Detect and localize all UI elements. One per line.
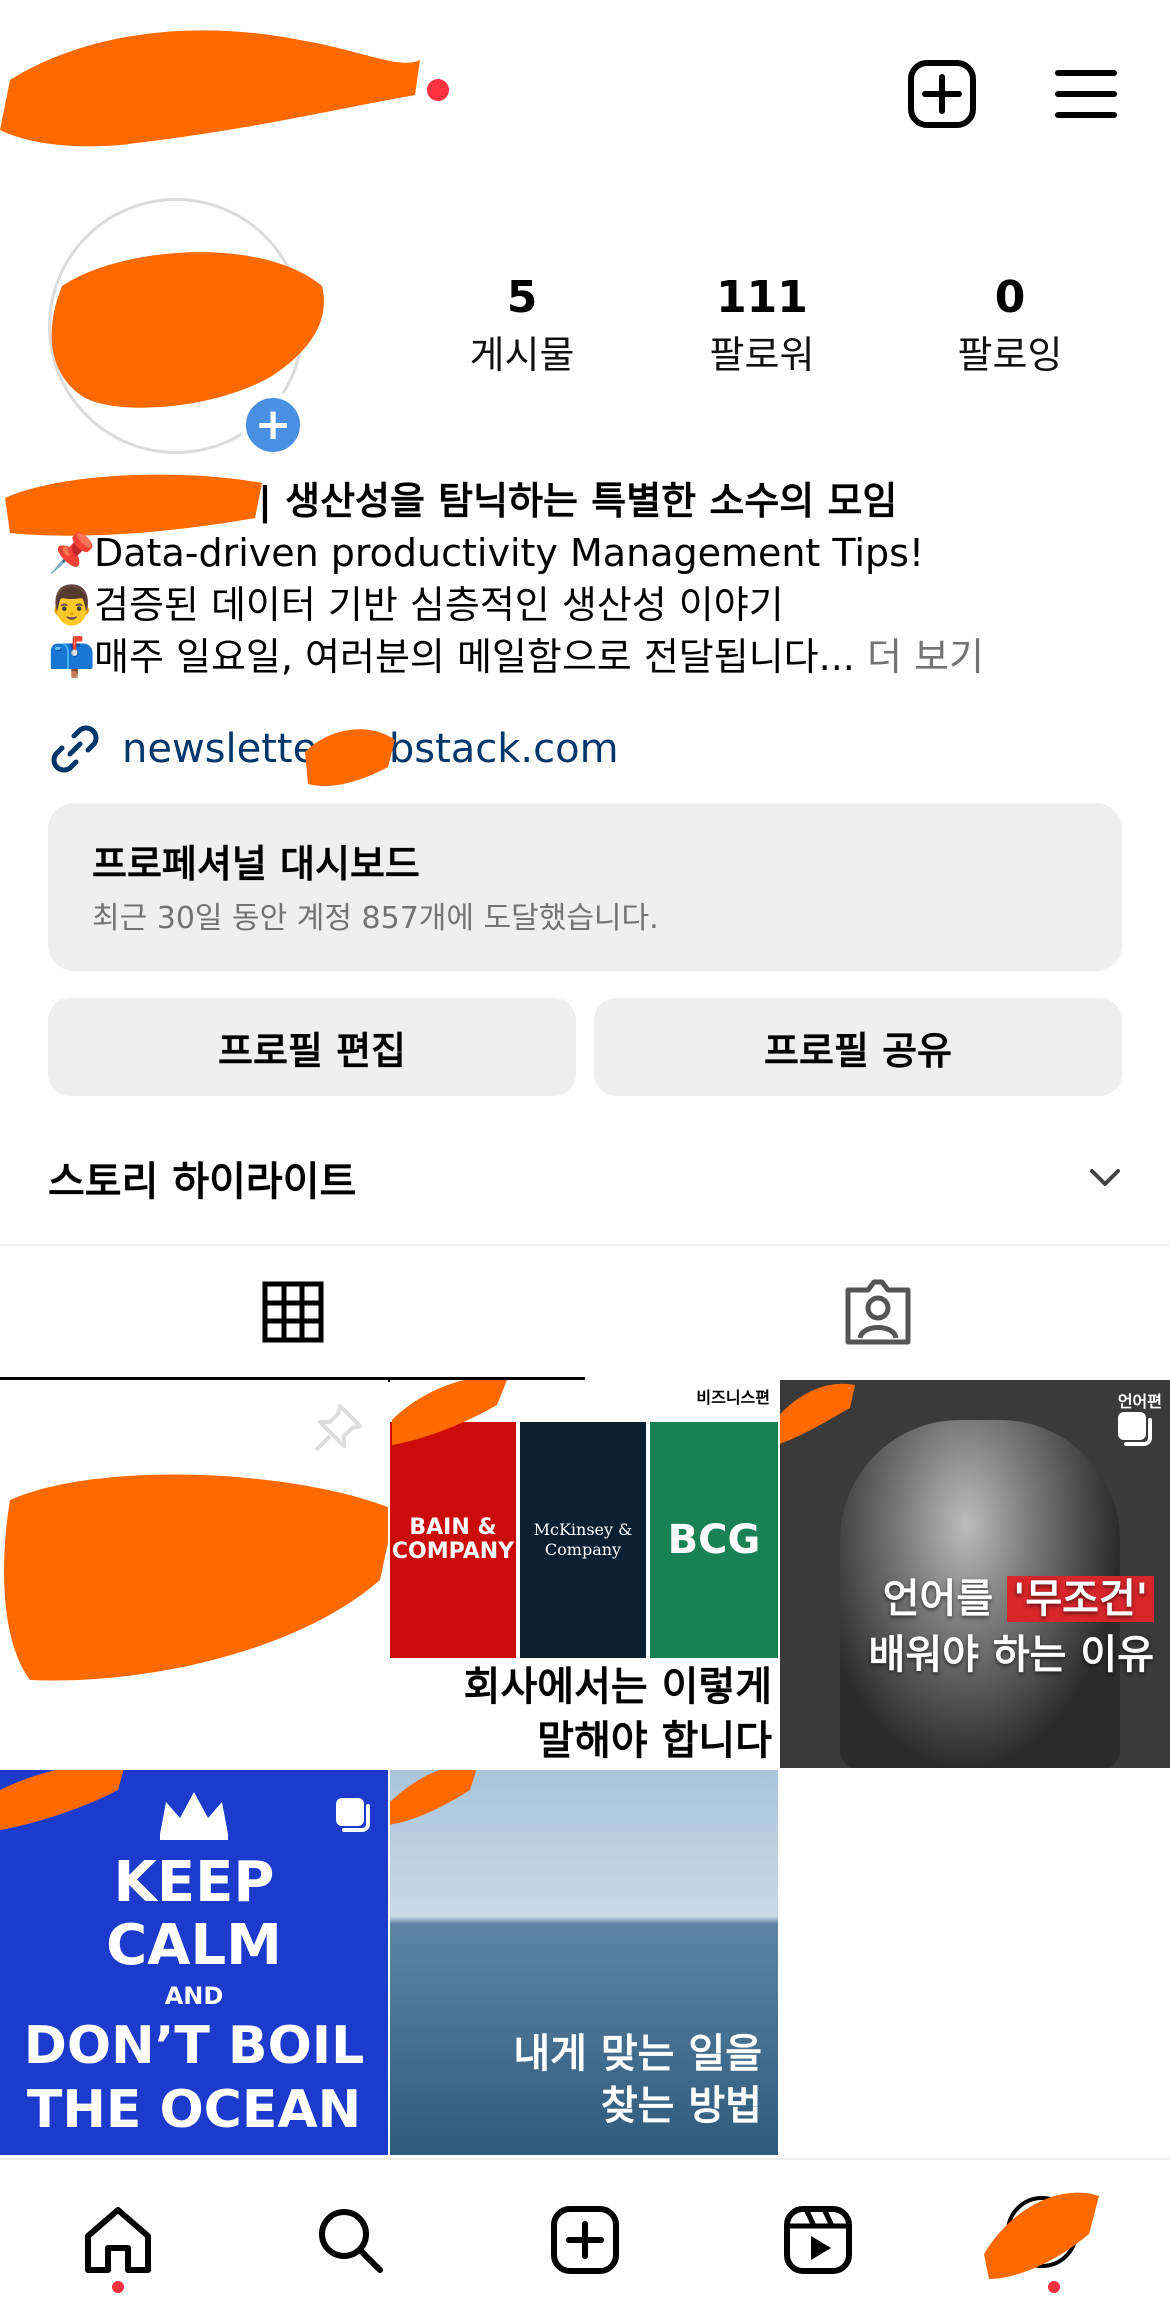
dashboard-subtitle: 최근 30일 동안 계정 857개에 도달했습니다.: [92, 901, 659, 936]
chevron-down-icon[interactable]: [1088, 1167, 1122, 1189]
bcg-logo: BCG: [650, 1422, 778, 1658]
tagged-person-icon: [845, 1279, 910, 1345]
redacted-mark: [390, 1770, 477, 1825]
home-icon: [85, 2207, 151, 2273]
bio-line-1: | 생산성을 탐닉하는 특별한 소수의 모임: [258, 479, 898, 523]
mckinsey-logo-text: McKinsey & Company: [533, 1520, 633, 1559]
post5-caption-line1: 내게 맞는 일을: [513, 2031, 762, 2077]
post2-caption-line2: 말해야 합니다: [537, 1718, 772, 1764]
redacted-post: [4, 1474, 388, 1681]
add-story-button[interactable]: +: [240, 392, 306, 458]
keep-calm-line4: DON’T BOIL: [23, 2016, 365, 2076]
nav-create[interactable]: [535, 2190, 635, 2290]
home-notification-dot: [112, 2281, 124, 2293]
following-label: 팔로잉: [957, 333, 1063, 377]
new-post-button[interactable]: [902, 54, 982, 134]
followers-count[interactable]: 111 팔로워: [662, 268, 862, 382]
keep-calm-line3: AND: [164, 1982, 224, 2010]
post-tile-2[interactable]: 비즈니스편 BAIN & COMPANY McKinsey & Company …: [390, 1380, 778, 1768]
reels-icon: [784, 2206, 852, 2274]
redacted-mark: [392, 1380, 507, 1445]
bcg-logo-text: BCG: [667, 1517, 761, 1563]
followers-label: 팔로워: [709, 333, 815, 377]
bio-line-4: 📫매주 일요일, 여러분의 메일함으로 전달됩니다... 더 보기: [48, 631, 1128, 683]
notification-dot: [427, 79, 449, 101]
bio: | 생산성을 탐닉하는 특별한 소수의 모임 📌Data-driven prod…: [48, 475, 1128, 683]
post3-caption-highlight: '무조건': [1007, 1576, 1154, 1622]
keep-calm-line2: CALM: [106, 1913, 282, 1978]
nav-search[interactable]: [300, 2190, 400, 2290]
redacted-avatar: [51, 252, 324, 408]
nav-home[interactable]: [68, 2190, 168, 2290]
bain-logo-text: BAIN & COMPANY: [391, 1515, 515, 1564]
posts-label: 게시물: [469, 333, 575, 377]
redacted-username: [0, 30, 420, 147]
post-tile-3[interactable]: 언어편 언어를 '무조건' 배워야 하는 이유: [780, 1380, 1170, 1768]
profile-notification-dot: [1048, 2281, 1060, 2293]
more-link[interactable]: 더 보기: [867, 635, 984, 679]
post2-caption: 회사에서는 이렇게 말해야 합니다: [464, 1660, 772, 1768]
post3-caption-line1: 언어를 '무조건': [883, 1566, 1154, 1624]
edit-profile-button[interactable]: 프로필 편집: [48, 998, 576, 1096]
following-count[interactable]: 0 팔로잉: [910, 268, 1110, 382]
menu-button[interactable]: [1046, 54, 1126, 134]
post3-caption-line2: 배워야 하는 이유: [868, 1632, 1154, 1678]
bottom-nav: [0, 2158, 1170, 2311]
story-highlights-header[interactable]: 스토리 하이라이트: [48, 1148, 1122, 1208]
link-icon: [51, 725, 99, 773]
redacted-mark: [0, 1770, 124, 1830]
tab-posts-grid[interactable]: [0, 1246, 585, 1382]
profile-header: [0, 0, 1170, 180]
grid-icon: [262, 1281, 323, 1343]
professional-dashboard[interactable]: 프로페셔널 대시보드 최근 30일 동안 계정 857개에 도달했습니다.: [48, 803, 1122, 971]
nav-reels[interactable]: [768, 2190, 868, 2290]
carousel-icon: [1118, 1412, 1152, 1446]
redacted-mark: [780, 1383, 855, 1444]
technologist-icon: 👨: [48, 583, 96, 627]
hamburger-menu-icon: [1055, 70, 1117, 118]
post2-caption-line1: 회사에서는 이렇게: [463, 1664, 772, 1710]
bio-line-4-text: 매주 일요일, 여러분의 메일함으로 전달됩니다...: [94, 635, 855, 679]
pin-icon: [314, 1404, 362, 1452]
redacted-link-part: [305, 729, 395, 787]
bio-line-2: 📌Data-driven productivity Management Tip…: [48, 527, 1128, 579]
bio-line-2-text: Data-driven productivity Management Tips…: [94, 531, 925, 575]
dashboard-title: 프로페셔널 대시보드: [92, 842, 420, 886]
tab-tagged[interactable]: [585, 1246, 1170, 1378]
carousel-icon: [336, 1798, 370, 1832]
post5-caption: 내게 맞는 일을 찾는 방법: [513, 2028, 762, 2132]
crown-icon: [160, 1792, 228, 1840]
post5-caption-line2: 찾는 방법: [600, 2083, 762, 2129]
search-icon: [319, 2209, 383, 2273]
posts-count[interactable]: 5 게시물: [422, 268, 622, 382]
series-label: 비즈니스편: [696, 1388, 770, 1407]
profile-avatar: [984, 2192, 1099, 2279]
bain-logo: BAIN & COMPANY: [390, 1422, 516, 1658]
mckinsey-logo: McKinsey & Company: [520, 1422, 646, 1658]
pushpin-icon: 📌: [48, 531, 96, 575]
post-tile-1[interactable]: [0, 1380, 388, 1768]
nav-profile[interactable]: [984, 2190, 1104, 2290]
post-tile-4[interactable]: KEEP CALM AND DON’T BOIL THE OCEAN: [0, 1770, 388, 2155]
plus-square-icon: [908, 60, 976, 128]
mailbox-icon: 📫: [48, 635, 96, 679]
keep-calm-line1: KEEP: [113, 1850, 275, 1915]
posts-grid: 비즈니스편 BAIN & COMPANY McKinsey & Company …: [0, 1380, 1170, 2155]
posts-number: 5: [506, 272, 538, 323]
following-number: 0: [994, 272, 1026, 323]
bio-line-3: 👨검증된 데이터 기반 심층적인 생산성 이야기: [48, 579, 1128, 631]
keep-calm-line5: THE OCEAN: [26, 2080, 362, 2140]
post-tile-5[interactable]: 내게 맞는 일을 찾는 방법: [390, 1770, 778, 2155]
post3-caption-line1-a: 언어를: [882, 1576, 994, 1622]
followers-number: 111: [716, 272, 808, 323]
profile-tabs: [0, 1244, 1170, 1382]
create-icon: [551, 2206, 619, 2274]
bio-line-3-text: 검증된 데이터 기반 심층적인 생산성 이야기: [94, 583, 784, 627]
story-highlights-title: 스토리 하이라이트: [48, 1159, 357, 1205]
share-profile-button[interactable]: 프로필 공유: [594, 998, 1122, 1096]
